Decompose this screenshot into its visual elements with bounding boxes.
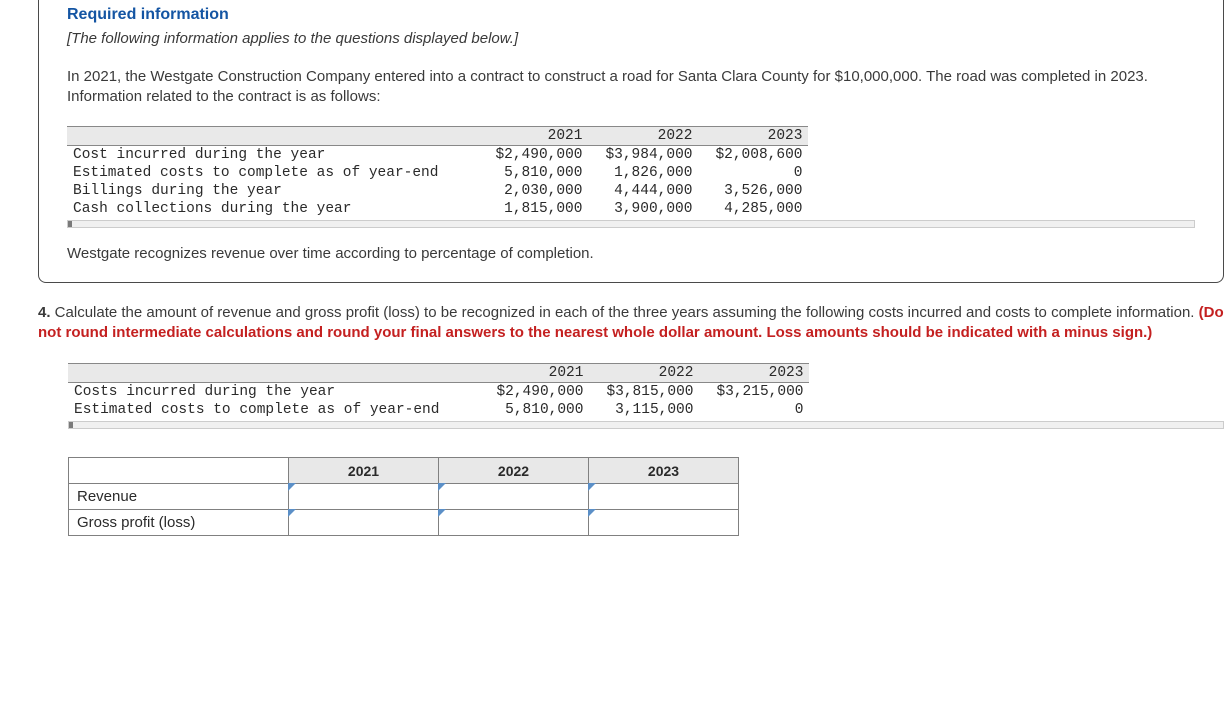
scrollbar-thumb[interactable]	[69, 422, 73, 428]
gross-profit-2021-input[interactable]	[289, 510, 439, 536]
info-panel: Required information [The following info…	[38, 0, 1224, 283]
applies-note: [The following information applies to th…	[67, 30, 1195, 47]
table-row: Cost incurred during the year $2,490,000…	[67, 145, 808, 164]
blank-corner	[69, 458, 289, 484]
answer-row-revenue: Revenue	[69, 484, 739, 510]
revenue-2023-input[interactable]	[589, 484, 739, 510]
revenue-2021-input[interactable]	[289, 484, 439, 510]
left-margin-rail	[8, 0, 22, 722]
table-row: Billings during the year 2,030,000 4,444…	[67, 182, 808, 200]
answer-col-2022: 2022	[439, 458, 589, 484]
cell-handle-icon	[288, 483, 296, 491]
cell-handle-icon	[588, 483, 596, 491]
answer-header-row: 2021 2022 2023	[69, 458, 739, 484]
closing-paragraph: Westgate recognizes revenue over time ac…	[67, 244, 1195, 264]
required-info-heading: Required information	[67, 6, 1195, 24]
question-block: 4. Calculate the amount of revenue and g…	[38, 303, 1224, 537]
answer-row-gross-profit: Gross profit (loss)	[69, 510, 739, 536]
h-scrollbar[interactable]	[68, 421, 1224, 429]
h-scrollbar[interactable]	[67, 220, 1195, 228]
answer-col-2023: 2023	[589, 458, 739, 484]
cell-handle-icon	[438, 483, 446, 491]
table-row: Estimated costs to complete as of year-e…	[68, 401, 809, 419]
col-2022: 2022	[588, 126, 698, 145]
row-label-gross-profit: Gross profit (loss)	[69, 510, 289, 536]
question-plain: Calculate the amount of revenue and gros…	[51, 304, 1199, 321]
table-header-row: 2021 2022 2023	[67, 126, 808, 145]
table-row: Cash collections during the year 1,815,0…	[67, 200, 808, 218]
question-number: 4.	[38, 304, 51, 321]
cell-handle-icon	[588, 509, 596, 517]
revenue-2022-input[interactable]	[439, 484, 589, 510]
gross-profit-2023-input[interactable]	[589, 510, 739, 536]
cell-handle-icon	[438, 509, 446, 517]
alt-cost-table: 2021 2022 2023 Costs incurred during the…	[68, 363, 809, 419]
intro-paragraph: In 2021, the Westgate Construction Compa…	[67, 67, 1195, 108]
row-label-revenue: Revenue	[69, 484, 289, 510]
alt-cost-table-wrap: 2021 2022 2023 Costs incurred during the…	[68, 363, 1224, 429]
contract-data-table-wrap: 2021 2022 2023 Cost incurred during the …	[67, 126, 1195, 228]
answer-grid: 2021 2022 2023 Revenue Gross profit (los…	[68, 457, 739, 536]
answer-col-2021: 2021	[289, 458, 439, 484]
gross-profit-2022-input[interactable]	[439, 510, 589, 536]
question-text: 4. Calculate the amount of revenue and g…	[38, 303, 1224, 344]
cell-handle-icon	[288, 509, 296, 517]
contract-data-table: 2021 2022 2023 Cost incurred during the …	[67, 126, 808, 218]
col-2021: 2021	[478, 126, 588, 145]
table-header-row: 2021 2022 2023	[68, 364, 809, 383]
col-2023: 2023	[698, 126, 808, 145]
table-row: Costs incurred during the year $2,490,00…	[68, 383, 809, 402]
scrollbar-thumb[interactable]	[68, 221, 72, 227]
table-row: Estimated costs to complete as of year-e…	[67, 164, 808, 182]
answer-grid-wrap: 2021 2022 2023 Revenue Gross profit (los…	[68, 457, 1224, 536]
col-blank	[67, 126, 478, 145]
